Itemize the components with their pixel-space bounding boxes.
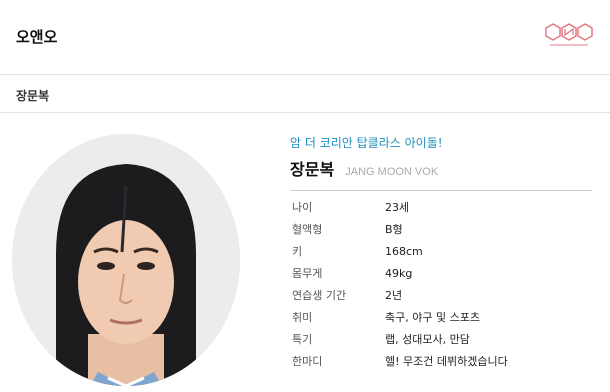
detail-row-specialty: 특기 랩, 성대모사, 만담 [290, 329, 596, 351]
header: 오앤오 [0, 0, 610, 75]
detail-value: 랩, 성대모사, 만담 [385, 333, 470, 346]
breadcrumb: 장문복 [0, 75, 610, 113]
detail-value: 2년 [385, 289, 403, 302]
name-row: 장문복 JANG MOON VOK [290, 158, 596, 182]
detail-label: 나이 [292, 201, 313, 214]
detail-label: 혈액형 [292, 223, 323, 236]
detail-label: 취미 [292, 311, 313, 324]
detail-label: 특기 [292, 333, 313, 346]
detail-row-age: 나이 23세 [290, 197, 596, 219]
detail-value: 23세 [385, 201, 410, 214]
detail-value: 49kg [385, 267, 413, 280]
detail-label: 한마디 [292, 355, 323, 368]
detail-value: 168cm [385, 245, 423, 258]
detail-label: 연습생 기간 [292, 289, 347, 302]
detail-row-blood-type: 혈액형 B형 [290, 219, 596, 241]
profile-panel: 암 더 코리안 탑클라스 아이돌! 장문복 JANG MOON VOK 나이 2… [290, 134, 596, 373]
agency-title: 오앤오 [16, 28, 58, 46]
detail-value: B형 [385, 223, 403, 236]
detail-row-weight: 몸무게 49kg [290, 263, 596, 285]
detail-row-training-period: 연습생 기간 2년 [290, 285, 596, 307]
detail-row-comment: 한마디 헬! 무조건 데뷔하겠습니다 [290, 351, 596, 373]
profile-photo [12, 134, 240, 386]
detail-value: 헬! 무조건 데뷔하겠습니다 [385, 355, 508, 368]
detail-row-height: 키 168cm [290, 241, 596, 263]
detail-value: 축구, 야구 및 스포츠 [385, 311, 480, 324]
detail-label: 키 [292, 245, 303, 258]
trainee-name-english: JANG MOON VOK [345, 166, 439, 178]
details-list: 나이 23세 혈액형 B형 키 168cm 몸무게 49kg 연습생 기간 2년… [290, 197, 596, 373]
trainee-name-korean: 장문복 [290, 160, 335, 179]
detail-row-hobby: 취미 축구, 야구 및 스포츠 [290, 307, 596, 329]
catchphrase: 암 더 코리안 탑클라스 아이돌! [290, 136, 443, 150]
breadcrumb-trainee-name: 장문복 [16, 89, 50, 103]
divider [290, 190, 592, 191]
ono-logo-icon[interactable] [544, 22, 594, 50]
detail-label: 몸무게 [292, 267, 323, 280]
